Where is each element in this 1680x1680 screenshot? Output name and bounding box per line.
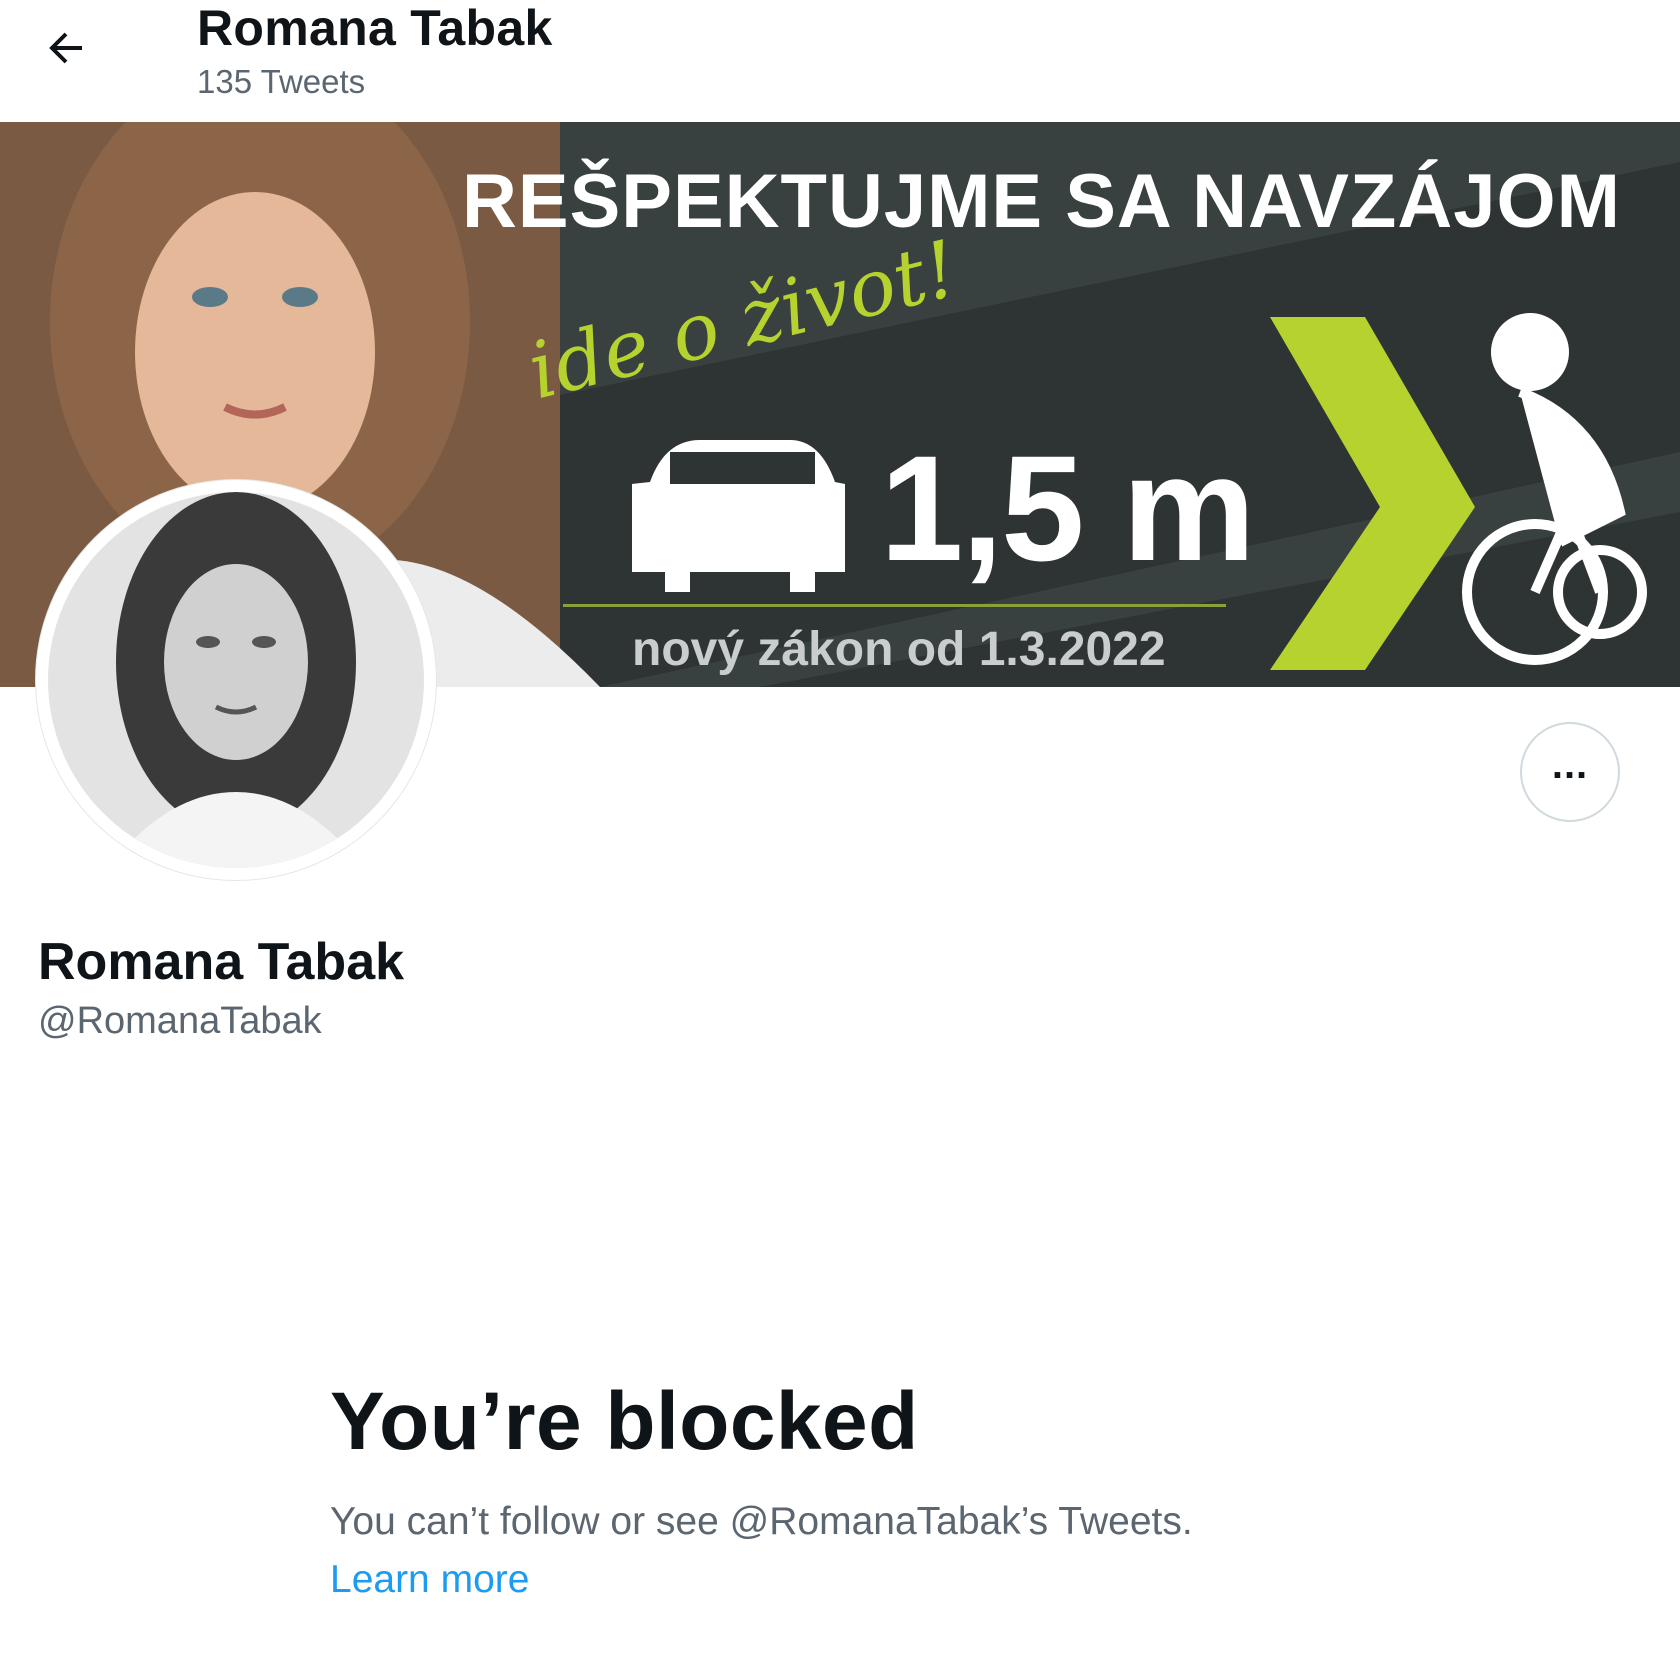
avatar-photo [48,492,424,868]
learn-more-link[interactable]: Learn more [330,1558,529,1602]
back-button[interactable] [28,18,104,78]
more-horizontal-icon: ... [1551,743,1589,787]
car-icon [632,440,845,592]
avatar[interactable] [36,480,436,880]
blocked-title: You’re blocked [330,1376,919,1467]
tweet-count: 135 Tweets [197,63,366,100]
banner-law-text: nový zákon od 1.3.2022 [632,623,1166,676]
banner-headline: REŠPEKTUJME SA NAVZÁJOM [462,159,1621,244]
profile-handle: @RomanaTabak [38,1000,322,1042]
arrow-left-icon [49,32,82,64]
banner-distance: 1,5 m [880,424,1256,592]
profile-display-name: Romana Tabak [38,933,405,991]
banner-divider [563,604,1226,607]
more-options-button[interactable]: ... [1520,722,1620,822]
header-title: Romana Tabak [197,0,553,56]
blocked-description: You can’t follow or see @RomanaTabak’s T… [330,1500,1193,1543]
profile-header: Romana Tabak 135 Tweets [0,0,1680,122]
